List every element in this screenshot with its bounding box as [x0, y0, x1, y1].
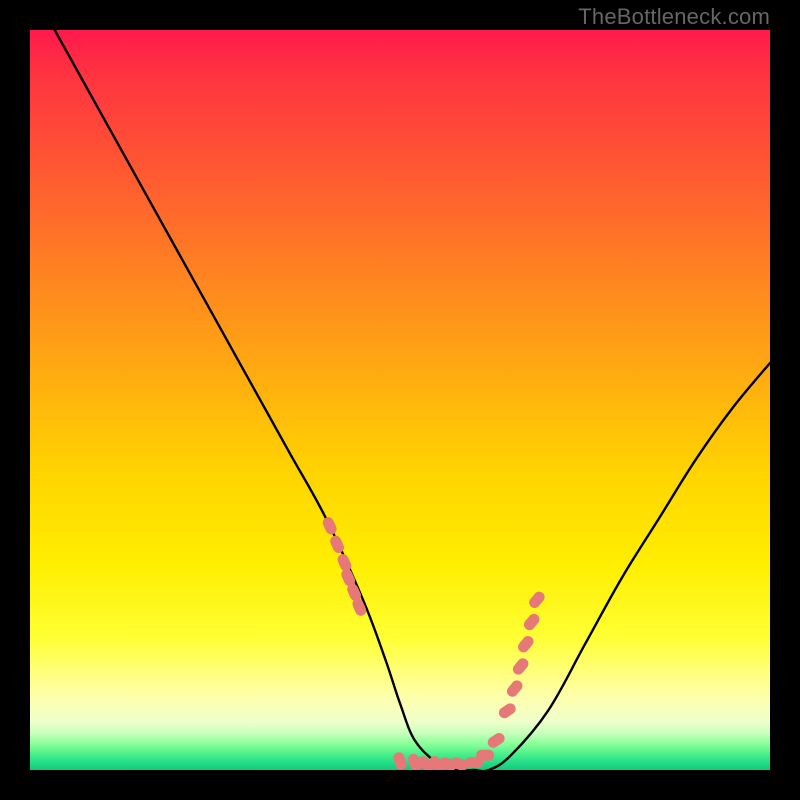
data-marker — [505, 678, 525, 699]
bottleneck-curve — [30, 30, 770, 770]
data-marker — [328, 534, 345, 555]
chart-frame: TheBottleneck.com — [0, 0, 800, 800]
data-marker — [511, 656, 531, 677]
data-marker — [476, 750, 494, 761]
data-marker — [321, 515, 338, 536]
chart-svg — [30, 30, 770, 770]
data-marker — [522, 612, 542, 633]
data-marker — [527, 589, 547, 610]
data-marker — [497, 701, 518, 720]
watermark-text: TheBottleneck.com — [578, 4, 770, 30]
data-marker — [486, 731, 507, 750]
data-marker — [392, 751, 408, 770]
data-markers — [321, 515, 547, 770]
plot-area — [30, 30, 770, 770]
data-marker — [516, 634, 536, 655]
